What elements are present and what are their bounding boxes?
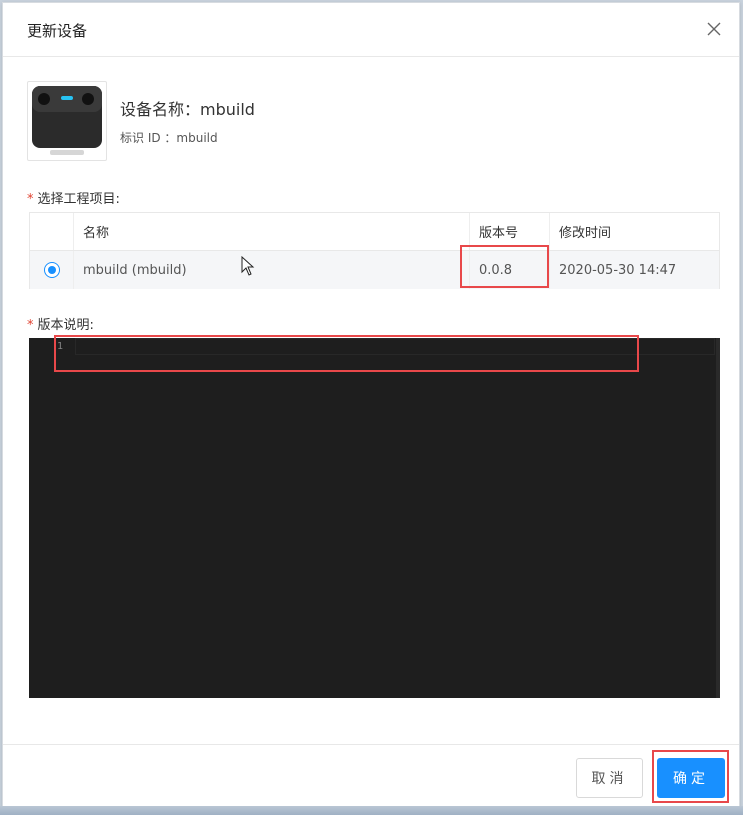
device-id: 标识 ID ：mbuild <box>120 131 218 145</box>
version-notes-label-text: 版本说明: <box>37 318 94 333</box>
ok-button[interactable]: 确定 <box>657 758 725 798</box>
desktop-taskbar-strip <box>0 806 743 815</box>
version-notes-editor[interactable]: 1 <box>29 338 720 698</box>
device-name: 设备名称：mbuild <box>120 100 255 119</box>
row-name: mbuild (mbuild) <box>74 251 470 289</box>
editor-scrollbar[interactable] <box>716 338 720 698</box>
header-version: 版本号 <box>470 213 550 250</box>
table-row[interactable]: mbuild (mbuild) 0.0.8 2020-05-30 14:47 <box>30 251 719 289</box>
required-mark: * <box>27 318 34 333</box>
table-header-row: 名称 版本号 修改时间 <box>30 213 719 251</box>
header-select-cell <box>30 213 74 250</box>
row-select-cell <box>30 251 74 289</box>
dialog-footer: 取消 确定 <box>3 744 739 809</box>
editor-gutter: 1 <box>29 338 75 698</box>
close-button[interactable] <box>701 16 727 42</box>
device-thumbnail-icon <box>32 86 102 155</box>
header-name: 名称 <box>74 213 470 250</box>
project-label-text: 选择工程项目: <box>37 192 120 207</box>
device-info: 设备名称：mbuild 标识 ID ：mbuild <box>27 81 707 163</box>
cancel-button[interactable]: 取消 <box>576 758 643 798</box>
project-radio[interactable] <box>43 262 60 278</box>
version-notes-label: * 版本说明: <box>27 314 94 333</box>
dialog-title: 更新设备 <box>27 22 88 40</box>
line-number: 1 <box>57 341 64 352</box>
device-thumbnail <box>27 81 107 161</box>
editor-current-line[interactable] <box>75 338 715 355</box>
close-icon <box>707 22 721 36</box>
header-modified: 修改时间 <box>559 226 612 241</box>
update-device-dialog: 更新设备 设备名称：mbuild 标识 ID ：mbuild *选择工程项目: <box>2 2 740 810</box>
project-table: 名称 版本号 修改时间 mbuild (mbuild) 0.0.8 2020-0… <box>29 212 720 289</box>
project-label: * 选择工程项目: <box>27 188 120 207</box>
dialog-header: 更新设备 <box>3 3 739 57</box>
radio-selected-dot <box>47 266 56 274</box>
row-modified: 2020-05-30 14:47 <box>559 262 677 278</box>
required-mark: * <box>27 192 34 207</box>
row-version: 0.0.8 <box>470 251 550 289</box>
